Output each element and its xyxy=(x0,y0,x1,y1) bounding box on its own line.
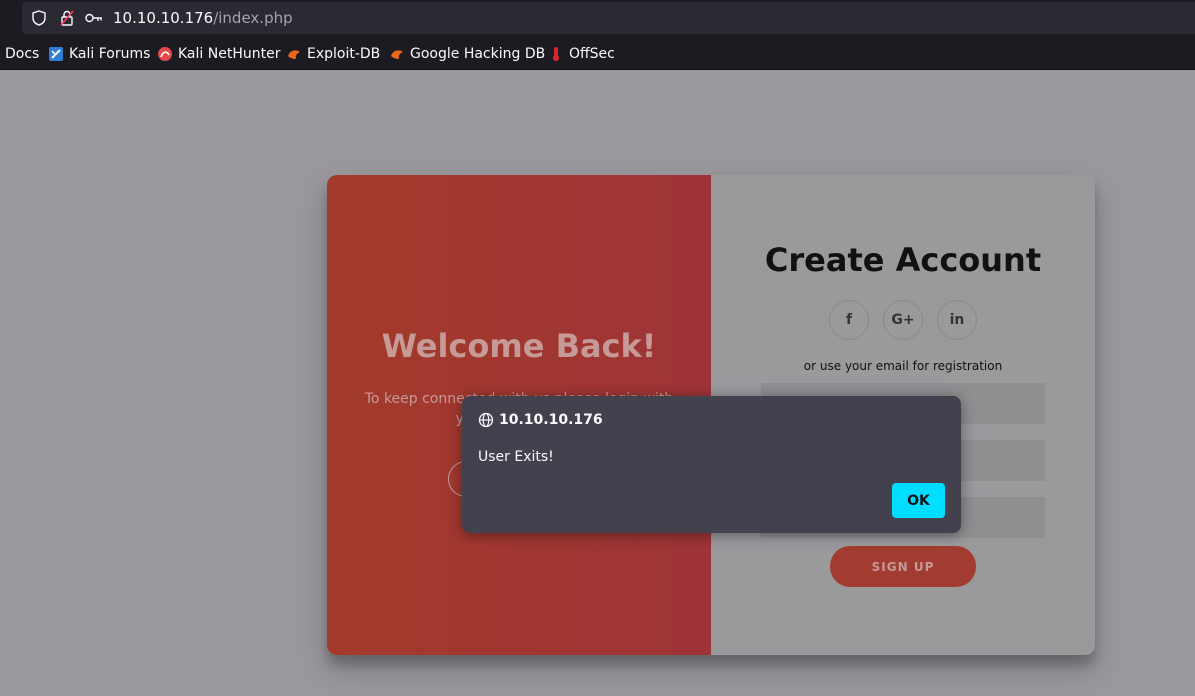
linkedin-button[interactable]: in xyxy=(937,300,977,340)
dialog-message: User Exits! xyxy=(478,449,554,465)
bookmark-docs[interactable]: Docs xyxy=(5,37,39,70)
welcome-title: Welcome Back! xyxy=(381,327,657,365)
insecure-lock-icon[interactable] xyxy=(58,2,76,34)
url-path: /index.php xyxy=(213,9,293,27)
bookmark-label: OffSec xyxy=(569,45,615,62)
facebook-button[interactable]: f xyxy=(829,300,869,340)
bookmark-label: Google Hacking DB xyxy=(410,45,546,62)
url-host: 10.10.10.176 xyxy=(113,9,214,27)
dialog-header: 10.10.10.176 xyxy=(478,410,603,430)
bookmark-offsec[interactable]: OffSec xyxy=(549,37,615,70)
url-bar[interactable]: 10.10.10.176/index.php xyxy=(22,2,1195,34)
bookmark-google-hacking-db[interactable]: Google Hacking DB xyxy=(390,37,545,70)
bookmark-kali-forums[interactable]: Kali Forums xyxy=(49,37,150,70)
bookmark-label: Kali Forums xyxy=(69,45,151,62)
url-text[interactable]: 10.10.10.176/index.php xyxy=(113,2,293,34)
create-account-title: Create Account xyxy=(764,241,1042,279)
offsec-icon xyxy=(553,46,559,61)
bookmark-label: Docs xyxy=(5,45,40,62)
bookmark-label: Exploit-DB xyxy=(307,45,381,62)
tracking-protection-shield-icon[interactable] xyxy=(30,2,48,34)
bookmark-kali-nethunter[interactable]: Kali NetHunter xyxy=(158,37,280,70)
globe-icon xyxy=(478,412,494,428)
kali-forums-icon xyxy=(49,46,63,61)
ok-button[interactable]: OK xyxy=(892,483,945,518)
key-icon[interactable] xyxy=(84,2,104,34)
toolbar: 10.10.10.176/index.php xyxy=(0,0,1195,37)
kali-nethunter-icon xyxy=(158,46,172,61)
facebook-icon: f xyxy=(845,312,853,328)
google-hacking-db-icon xyxy=(391,49,403,59)
google-plus-icon: G+ xyxy=(891,312,915,328)
bookmark-label: Kali NetHunter xyxy=(178,45,281,62)
dialog-origin: 10.10.10.176 xyxy=(499,412,603,428)
google-plus-button[interactable]: G+ xyxy=(883,300,923,340)
sign-up-button[interactable]: SIGN UP xyxy=(830,546,976,587)
registration-subtitle: or use your email for registration xyxy=(803,359,1003,373)
exploit-db-icon xyxy=(288,49,300,59)
linkedin-icon: in xyxy=(949,312,965,328)
bookmark-exploit-db[interactable]: Exploit-DB xyxy=(287,37,380,70)
bookmarks-toolbar: Docs Kali Forums Kali NetHunter Exploit-… xyxy=(0,37,1195,70)
alert-dialog: 10.10.10.176 User Exits! OK xyxy=(462,396,961,533)
